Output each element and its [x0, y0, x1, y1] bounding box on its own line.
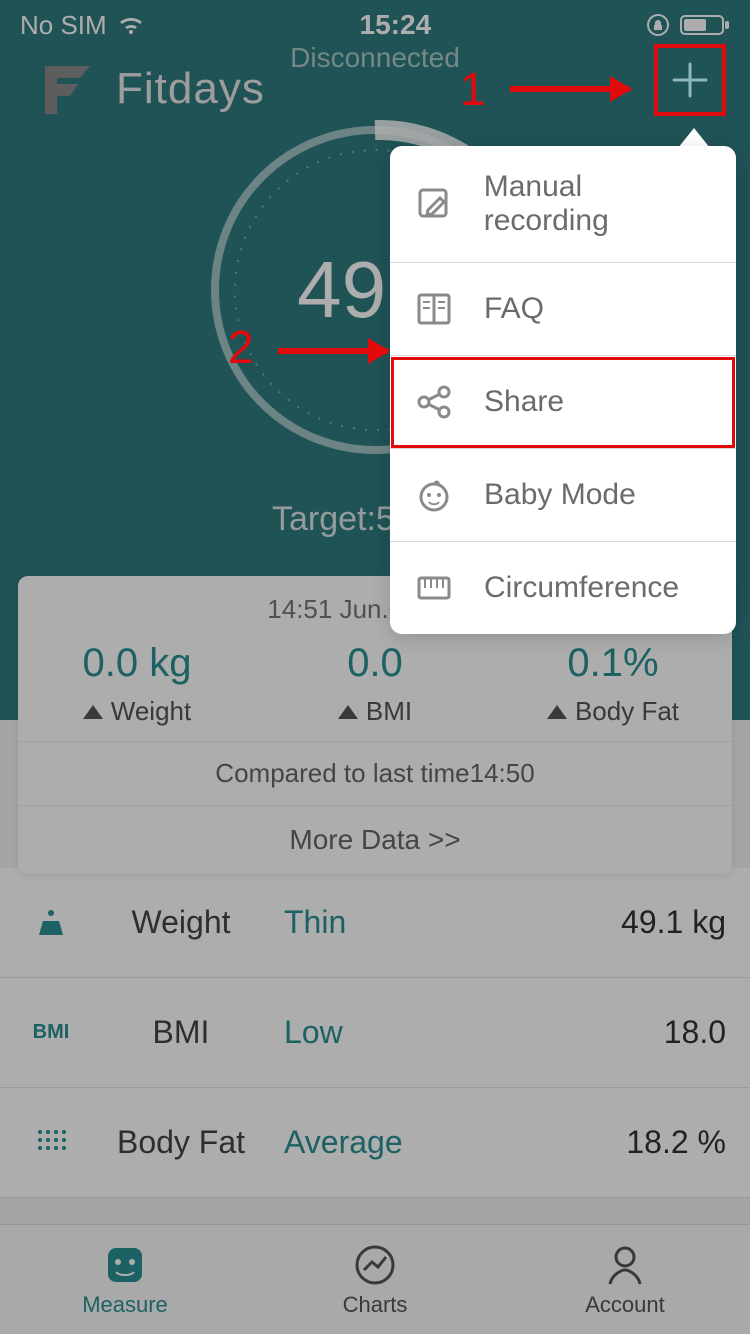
row-name: BMI	[86, 1014, 276, 1051]
share-icon	[412, 380, 456, 424]
popover-label: Share	[484, 385, 564, 419]
battery-icon	[680, 13, 730, 37]
row-status: Thin	[284, 904, 613, 941]
annotation-1-label: 1	[460, 62, 486, 116]
popover-label: Manual recording	[484, 170, 714, 238]
row-status: Average	[284, 1124, 618, 1161]
list-row-weight[interactable]: Weight Thin 49.1 kg	[0, 868, 750, 978]
add-popover-menu: Manual recording FAQ Share Baby Mode Cir…	[390, 146, 736, 634]
tab-label: Measure	[82, 1292, 168, 1318]
popover-pointer-icon	[678, 128, 710, 148]
rotation-lock-icon	[646, 13, 670, 37]
app-logo-icon	[30, 54, 100, 124]
row-value: 18.2 %	[626, 1124, 726, 1161]
list-row-bmi[interactable]: BMI BMI Low 18.0	[0, 978, 750, 1088]
metric-bmi-value: 0.0	[256, 641, 494, 686]
tab-label: Charts	[343, 1292, 408, 1318]
connection-status: Disconnected	[290, 42, 460, 74]
add-button[interactable]	[654, 44, 726, 116]
up-triangle-icon	[83, 705, 103, 719]
tab-measure[interactable]: Measure	[0, 1225, 250, 1334]
ruler-icon	[412, 566, 456, 610]
row-name: Weight	[86, 904, 276, 941]
row-name: Body Fat	[86, 1124, 276, 1161]
popover-item-circumference[interactable]: Circumference	[390, 542, 736, 634]
metric-bodyfat-value: 0.1%	[494, 641, 732, 686]
wifi-icon	[117, 14, 145, 36]
plus-icon	[668, 58, 712, 102]
charts-icon	[352, 1242, 398, 1288]
status-bar: No SIM 15:24	[0, 0, 750, 44]
popover-item-manual-recording[interactable]: Manual recording	[390, 146, 736, 263]
popover-item-baby-mode[interactable]: Baby Mode	[390, 449, 736, 542]
app-title: Fitdays	[116, 64, 265, 114]
metric-weight-value: 0.0 kg	[18, 641, 256, 686]
metric-bmi[interactable]: 0.0 BMI	[256, 641, 494, 727]
book-icon	[412, 287, 456, 331]
annotation-2-label: 2	[228, 320, 254, 374]
edit-icon	[412, 182, 456, 226]
row-value: 49.1 kg	[621, 904, 726, 941]
tab-charts[interactable]: Charts	[250, 1225, 500, 1334]
metric-bmi-label: BMI	[366, 696, 412, 727]
annotation-2-arrow-icon	[278, 348, 388, 354]
metric-weight[interactable]: 0.0 kg Weight	[18, 641, 256, 727]
status-time: 15:24	[360, 9, 432, 41]
bodyfat-icon	[24, 1126, 78, 1160]
popover-item-faq[interactable]: FAQ	[390, 263, 736, 356]
measure-icon	[102, 1242, 148, 1288]
annotation-1-arrow-icon	[510, 86, 630, 92]
popover-item-share[interactable]: Share	[390, 356, 736, 449]
metric-bodyfat-label: Body Fat	[575, 696, 679, 727]
up-triangle-icon	[338, 705, 358, 719]
popover-label: Circumference	[484, 571, 679, 605]
bmi-icon: BMI	[24, 1021, 78, 1044]
up-triangle-icon	[547, 705, 567, 719]
popover-label: Baby Mode	[484, 478, 636, 512]
metric-weight-label: Weight	[111, 696, 191, 727]
list-row-bodyfat[interactable]: Body Fat Average 18.2 %	[0, 1088, 750, 1198]
more-data-button[interactable]: More Data >>	[18, 805, 732, 874]
row-status: Low	[284, 1014, 656, 1051]
tab-label: Account	[585, 1292, 665, 1318]
row-value: 18.0	[664, 1014, 726, 1051]
carrier-text: No SIM	[20, 10, 107, 41]
card-compare-text: Compared to last time14:50	[18, 741, 732, 805]
metric-bodyfat[interactable]: 0.1% Body Fat	[494, 641, 732, 727]
popover-label: FAQ	[484, 292, 544, 326]
measurement-list: Weight Thin 49.1 kg BMI BMI Low 18.0 Bod…	[0, 868, 750, 1198]
tab-account[interactable]: Account	[500, 1225, 750, 1334]
baby-icon	[412, 473, 456, 517]
tab-bar: Measure Charts Account	[0, 1224, 750, 1334]
weight-scale-icon	[24, 905, 78, 941]
account-icon	[602, 1242, 648, 1288]
